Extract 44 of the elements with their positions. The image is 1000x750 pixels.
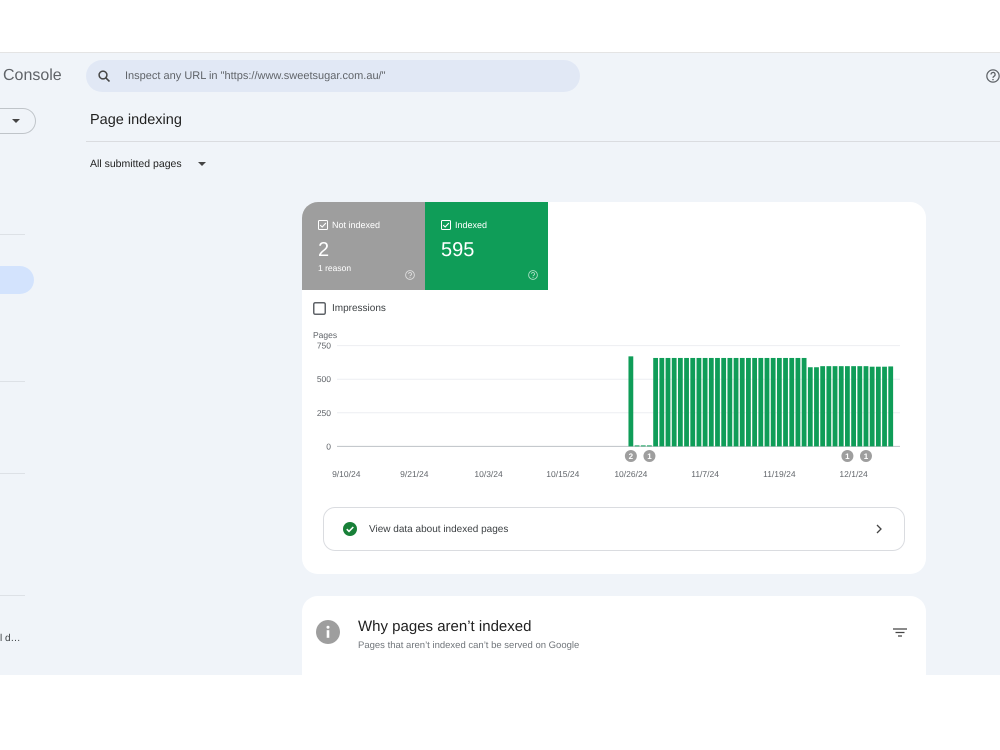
caret-icon [198,162,206,166]
annotation-badge[interactable]: 1 [643,450,656,462]
search-icon [98,70,110,82]
nav-item[interactable] [0,266,34,294]
annotation-badge[interactable]: 1 [860,450,872,462]
help-icon[interactable] [986,69,1000,83]
chevron-icon [876,524,882,534]
metric-tile[interactable]: Indexed 595 [425,202,548,290]
metric-tile[interactable]: Not indexed 2 1 reason [302,202,425,290]
x-axis-label: 9/10/24 [332,469,360,479]
y-axis-label: 750 [316,340,331,351]
checkbox[interactable] [313,302,326,315]
annotation-badge[interactable]: 1 [841,450,854,462]
x-axis-label: 10/26/24 [614,469,648,479]
page-title: Page indexing [90,111,182,130]
tile-label: Not indexed [332,219,380,231]
x-axis-label: 9/21/24 [400,469,429,479]
y-axis-label: 0 [326,441,331,452]
x-axis-label: 10/15/24 [546,469,580,479]
annotation-badge[interactable]: 2 [624,450,637,462]
y-axis-label: 500 [316,374,331,384]
view-data-link[interactable]: View data about indexed pages [323,507,905,551]
filter-icon[interactable] [893,628,907,637]
x-axis-label: 11/7/24 [691,469,719,479]
product-name: Console [2,66,63,86]
nav-item[interactable]: l d… [0,624,21,652]
axis-title: Pages [313,330,338,340]
tile-count: 595 [441,238,474,262]
tile-detail: 1 reason [318,262,352,274]
checkbox-label: Impressions [332,302,386,315]
x-axis-label: 10/3/24 [474,469,503,479]
y-axis-label: 250 [316,408,331,418]
search-field[interactable]: Inspect any URL in "https://www.sweetsugar.com.au/" [86,60,580,92]
tile-label: Indexed [455,219,488,231]
tile-count: 2 [318,238,330,262]
x-axis-label: 11/19/24 [763,469,796,479]
property-selector[interactable] [0,108,36,134]
info-icon [316,620,340,644]
card-title: Why pages aren’t indexed [358,617,532,637]
x-axis-label: 12/1/24 [839,469,868,479]
check-circle-icon [343,522,357,536]
pages-filter-dropdown[interactable]: All submitted pages [90,156,206,172]
caret-icon [12,119,20,123]
card-subtitle: Pages that aren’t indexed can’t be served on Google [358,639,580,652]
